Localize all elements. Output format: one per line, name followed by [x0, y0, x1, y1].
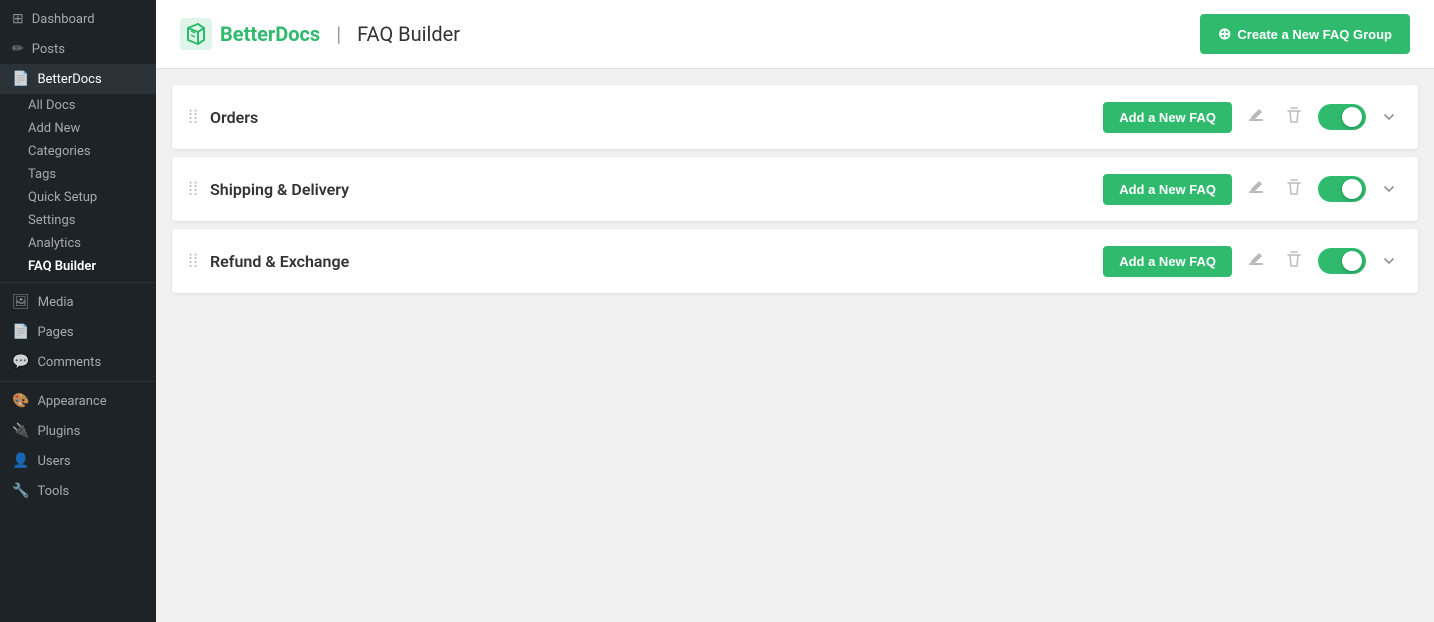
separator-1: [0, 282, 156, 283]
add-faq-button-refund[interactable]: Add a New FAQ: [1103, 246, 1232, 277]
pages-icon: 📄: [12, 324, 29, 340]
edit-icon-orders[interactable]: [1242, 101, 1270, 134]
sidebar-label-analytics: Analytics: [28, 236, 81, 251]
add-faq-label-refund: Add a New FAQ: [1119, 254, 1216, 269]
create-btn-icon: ⊕: [1218, 24, 1231, 44]
sidebar-label-tags: Tags: [28, 167, 56, 182]
brand-logo: BetterDocs: [180, 18, 320, 50]
add-faq-button-shipping[interactable]: Add a New FAQ: [1103, 174, 1232, 205]
sidebar-label-pages: Pages: [37, 325, 73, 340]
delete-icon-orders[interactable]: [1280, 101, 1308, 134]
betterdocs-logo-icon: [180, 18, 212, 50]
sidebar-label-posts: Posts: [32, 42, 65, 57]
drag-handle-orders[interactable]: ⁞⁞: [188, 107, 198, 128]
sidebar-label-settings: Settings: [28, 213, 75, 228]
sidebar-label-media: Media: [38, 295, 74, 310]
create-btn-label: Create a New FAQ Group: [1237, 27, 1392, 42]
sidebar-item-faq-builder[interactable]: FAQ Builder: [28, 255, 156, 278]
comments-icon: 💬: [12, 354, 29, 370]
sidebar-item-add-new[interactable]: Add New: [28, 117, 156, 140]
betterdocs-submenu: All Docs Add New Categories Tags Quick S…: [0, 94, 156, 278]
toggle-thumb-orders: [1342, 107, 1362, 127]
tools-icon: 🔧: [12, 483, 29, 499]
sidebar-label-quick-setup: Quick Setup: [28, 190, 97, 205]
sidebar-label-faq-builder: FAQ Builder: [28, 259, 96, 274]
toggle-orders[interactable]: [1318, 104, 1366, 130]
toggle-shipping[interactable]: [1318, 176, 1366, 202]
header-left: BetterDocs | FAQ Builder: [180, 18, 460, 50]
brand-name: BetterDocs: [220, 22, 320, 46]
drag-handle-shipping[interactable]: ⁞⁞: [188, 179, 198, 200]
sidebar-item-users[interactable]: 👤 Users: [0, 446, 156, 476]
sidebar-item-plugins[interactable]: 🔌 Plugins: [0, 416, 156, 446]
sidebar-item-tools[interactable]: 🔧 Tools: [0, 476, 156, 506]
sidebar-label-all-docs: All Docs: [28, 98, 76, 113]
sidebar: ⊞ Dashboard ✏ Posts 📄 BetterDocs All Doc…: [0, 0, 156, 622]
sidebar-item-tags[interactable]: Tags: [28, 163, 156, 186]
sidebar-item-settings[interactable]: Settings: [28, 209, 156, 232]
group-actions-orders: Add a New FAQ: [1103, 101, 1402, 134]
sidebar-label-tools: Tools: [37, 484, 69, 499]
sidebar-label-comments: Comments: [37, 355, 101, 370]
add-faq-label-shipping: Add a New FAQ: [1119, 182, 1216, 197]
faq-group-shipping: ⁞⁞ Shipping & Delivery Add a New FAQ: [172, 157, 1418, 221]
sidebar-item-comments[interactable]: 💬 Comments: [0, 347, 156, 377]
sidebar-item-analytics[interactable]: Analytics: [28, 232, 156, 255]
sidebar-item-all-docs[interactable]: All Docs: [28, 94, 156, 117]
drag-handle-refund[interactable]: ⁞⁞: [188, 251, 198, 272]
delete-icon-shipping[interactable]: [1280, 173, 1308, 206]
delete-icon-refund[interactable]: [1280, 245, 1308, 278]
media-icon: 🖼: [12, 294, 30, 310]
header-separator: |: [336, 22, 341, 46]
separator-2: [0, 381, 156, 382]
page-title: FAQ Builder: [357, 22, 460, 46]
faq-group-refund: ⁞⁞ Refund & Exchange Add a New FAQ: [172, 229, 1418, 293]
betterdocs-icon: 📄: [12, 71, 29, 87]
faq-groups-list: ⁞⁞ Orders Add a New FAQ: [156, 85, 1434, 293]
faq-group-orders: ⁞⁞ Orders Add a New FAQ: [172, 85, 1418, 149]
edit-icon-shipping[interactable]: [1242, 173, 1270, 206]
dashboard-icon: ⊞: [12, 11, 24, 27]
group-actions-refund: Add a New FAQ: [1103, 245, 1402, 278]
sidebar-label-categories: Categories: [28, 144, 91, 159]
plugins-icon: 🔌: [12, 423, 29, 439]
users-icon: 👤: [12, 453, 29, 469]
chevron-shipping[interactable]: [1376, 176, 1402, 202]
sidebar-item-appearance[interactable]: 🎨 Appearance: [0, 386, 156, 416]
page-header: BetterDocs | FAQ Builder ⊕ Create a New …: [156, 0, 1434, 69]
sidebar-label-users: Users: [37, 454, 70, 469]
sidebar-item-posts[interactable]: ✏ Posts: [0, 34, 156, 64]
add-faq-button-orders[interactable]: Add a New FAQ: [1103, 102, 1232, 133]
sidebar-label-betterdocs: BetterDocs: [37, 72, 101, 87]
sidebar-label-dashboard: Dashboard: [32, 12, 95, 27]
add-faq-label-orders: Add a New FAQ: [1119, 110, 1216, 125]
group-name-refund: Refund & Exchange: [210, 252, 1103, 271]
sidebar-item-media[interactable]: 🖼 Media: [0, 287, 156, 317]
group-name-orders: Orders: [210, 108, 1103, 127]
sidebar-item-betterdocs[interactable]: 📄 BetterDocs: [0, 64, 156, 94]
sidebar-item-quick-setup[interactable]: Quick Setup: [28, 186, 156, 209]
main-content: BetterDocs | FAQ Builder ⊕ Create a New …: [156, 0, 1434, 622]
edit-icon-refund[interactable]: [1242, 245, 1270, 278]
chevron-orders[interactable]: [1376, 104, 1402, 130]
group-actions-shipping: Add a New FAQ: [1103, 173, 1402, 206]
appearance-icon: 🎨: [12, 393, 29, 409]
chevron-refund[interactable]: [1376, 248, 1402, 274]
sidebar-label-add-new: Add New: [28, 121, 80, 136]
sidebar-item-pages[interactable]: 📄 Pages: [0, 317, 156, 347]
toggle-refund[interactable]: [1318, 248, 1366, 274]
group-name-shipping: Shipping & Delivery: [210, 180, 1103, 199]
sidebar-label-appearance: Appearance: [37, 394, 106, 409]
sidebar-label-plugins: Plugins: [37, 424, 80, 439]
sidebar-item-categories[interactable]: Categories: [28, 140, 156, 163]
sidebar-item-dashboard[interactable]: ⊞ Dashboard: [0, 4, 156, 34]
toggle-thumb-shipping: [1342, 179, 1362, 199]
posts-icon: ✏: [12, 41, 24, 57]
toggle-thumb-refund: [1342, 251, 1362, 271]
create-faq-group-button[interactable]: ⊕ Create a New FAQ Group: [1200, 14, 1410, 54]
